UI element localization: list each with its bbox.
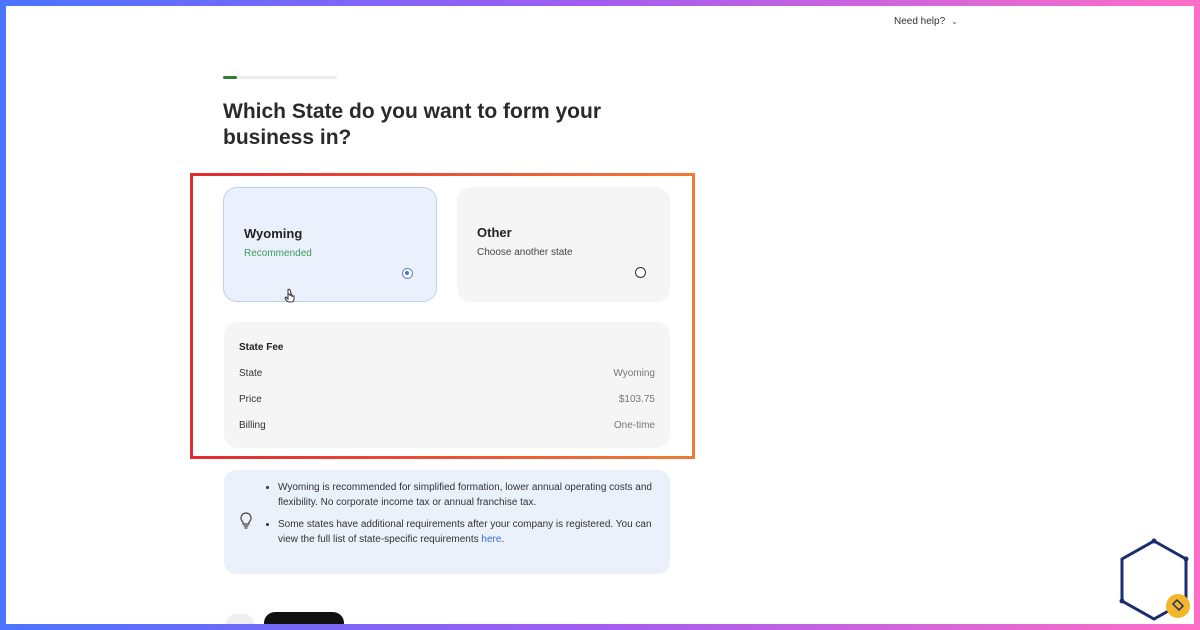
fee-value: Wyoming: [613, 368, 655, 379]
fee-label: Price: [239, 394, 262, 405]
progress-fill: [223, 76, 237, 79]
back-button[interactable]: [226, 614, 254, 624]
jwp-logo: [1119, 538, 1190, 621]
info-bullet-text: Some states have additional requirements…: [278, 519, 652, 545]
info-list: Wyoming is recommended for simplified fo…: [262, 480, 658, 554]
option-card-wyoming[interactable]: Wyoming Recommended: [223, 187, 437, 302]
state-fee-title: State Fee: [239, 342, 284, 353]
fee-label: Billing: [239, 420, 266, 431]
state-fee-panel: State Fee State Wyoming Price $103.75 Bi…: [224, 322, 670, 448]
fee-row-price: Price $103.75: [239, 394, 655, 405]
need-help-menu[interactable]: Need help? ⌄: [894, 16, 958, 27]
fee-row-billing: Billing One-time: [239, 420, 655, 431]
fee-label: State: [239, 368, 263, 379]
info-bullet: Some states have additional requirements…: [278, 517, 658, 547]
option-subtitle: Recommended: [244, 248, 312, 259]
page: Need help? ⌄ Which State do you want to …: [6, 6, 1194, 624]
fee-row-state: State Wyoming: [239, 368, 655, 379]
page-title: Which State do you want to form your bus…: [223, 100, 601, 149]
info-bullet: Wyoming is recommended for simplified fo…: [278, 480, 658, 510]
option-card-other[interactable]: Other Choose another state: [457, 187, 670, 302]
fee-value: One-time: [613, 420, 655, 431]
chevron-down-icon: ⌄: [951, 17, 958, 26]
progress-bar: [223, 76, 337, 79]
info-panel: Wyoming is recommended for simplified fo…: [224, 470, 670, 574]
radio-wyoming[interactable]: [402, 268, 413, 279]
lightbulb-icon: [240, 512, 252, 529]
option-title: Other: [477, 225, 512, 240]
option-subtitle: Choose another state: [477, 247, 573, 258]
hand-cursor-icon: [284, 288, 296, 306]
info-bullet-end: .: [501, 534, 505, 545]
continue-button[interactable]: [264, 612, 344, 624]
radio-other[interactable]: [635, 267, 646, 278]
need-help-label: Need help?: [894, 16, 946, 27]
option-title: Wyoming: [244, 226, 303, 241]
fee-value: $103.75: [618, 394, 655, 405]
requirements-link[interactable]: here: [481, 534, 501, 545]
